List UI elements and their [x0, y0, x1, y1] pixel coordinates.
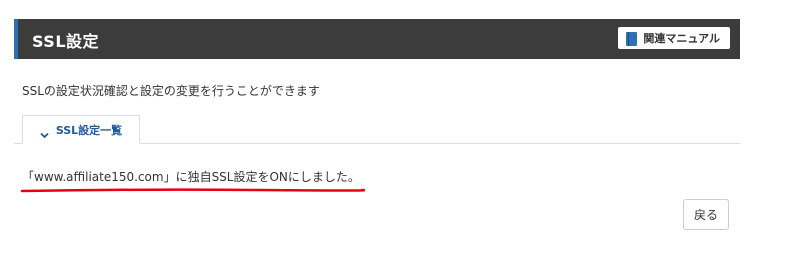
tab-ssl-settings-list[interactable]: SSL設定一覧	[22, 115, 140, 144]
page: SSL設定 関連マニュアル SSLの設定状況確認と設定の変更を行うことができます…	[0, 0, 800, 278]
related-manual-button[interactable]: 関連マニュアル	[618, 27, 730, 49]
tab-label: SSL設定一覧	[55, 123, 123, 137]
highlight-underline	[20, 188, 365, 193]
page-description: SSLの設定状況確認と設定の変更を行うことができます	[22, 84, 320, 98]
chevron-down-icon	[40, 125, 49, 139]
back-button[interactable]: 戻る	[683, 199, 729, 230]
related-manual-label: 関連マニュアル	[643, 32, 720, 45]
status-message: 「www.affiliate150.com」に独自SSL設定をONにしました。	[22, 170, 360, 184]
page-title: SSL設定	[32, 32, 100, 51]
page-header: SSL設定 関連マニュアル	[14, 19, 740, 59]
book-icon	[626, 31, 638, 46]
